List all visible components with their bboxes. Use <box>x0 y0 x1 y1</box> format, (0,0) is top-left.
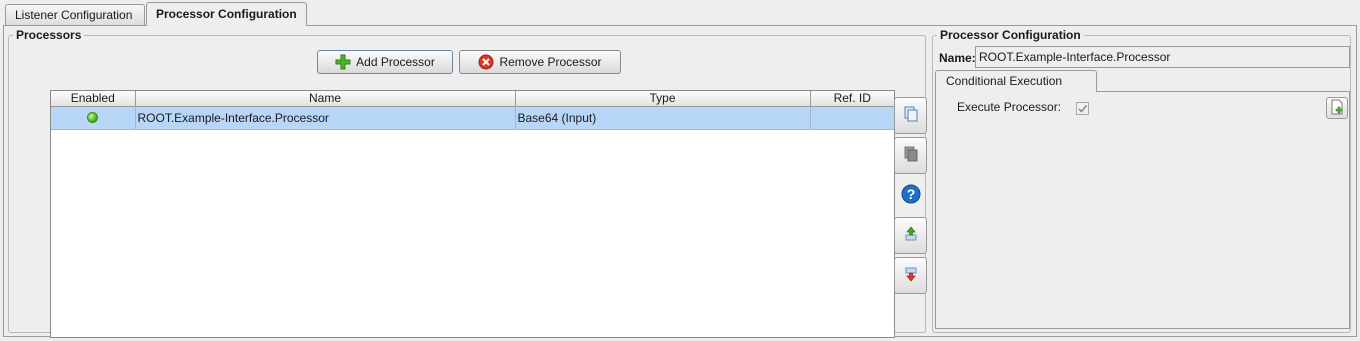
column-header-name[interactable]: Name <box>135 91 516 107</box>
add-processor-label: Add Processor <box>356 55 435 69</box>
move-up-button[interactable] <box>894 217 927 254</box>
copy-icon <box>903 106 919 125</box>
move-down-icon <box>903 266 919 285</box>
execute-processor-checkbox[interactable] <box>1076 102 1089 115</box>
svg-text:?: ? <box>906 186 915 202</box>
check-icon <box>1078 104 1088 113</box>
conditional-execution-panel: Execute Processor: <box>935 91 1350 329</box>
remove-processor-label: Remove Processor <box>499 55 602 69</box>
column-header-ref-id[interactable]: Ref. ID <box>810 91 894 107</box>
add-condition-button[interactable] <box>1326 97 1348 119</box>
table-header-row: Enabled Name Type Ref. ID <box>51 91 894 107</box>
add-processor-button[interactable]: Add Processor <box>317 50 453 74</box>
move-down-button[interactable] <box>894 257 927 294</box>
name-field[interactable]: ROOT.Example-Interface.Processor <box>975 46 1350 68</box>
processor-config-group: Processor Configuration Name: ROOT.Examp… <box>932 28 1351 333</box>
copy-button[interactable] <box>894 97 927 134</box>
tab-processor-configuration[interactable]: Processor Configuration <box>146 2 307 26</box>
enabled-cell[interactable] <box>51 106 136 130</box>
tab-label: Listener Configuration <box>15 8 133 22</box>
processors-title: Processors <box>13 28 85 42</box>
enabled-status-icon <box>87 112 99 123</box>
paste-icon <box>903 146 919 165</box>
column-header-enabled[interactable]: Enabled <box>51 91 136 107</box>
processors-table: Enabled Name Type Ref. ID ROOT.Example-I… <box>50 90 895 338</box>
ref-id-cell[interactable] <box>810 106 894 130</box>
remove-icon <box>478 54 494 70</box>
processor-config-title: Processor Configuration <box>937 28 1084 42</box>
tab-label: Processor Configuration <box>156 7 297 21</box>
add-document-icon <box>1329 99 1345 118</box>
main-tabbar: Listener Configuration Processor Configu… <box>0 0 1360 26</box>
processors-group: Processors Add Processor Remove Processo… <box>8 28 927 338</box>
tab-listener-configuration[interactable]: Listener Configuration <box>5 4 145 26</box>
execute-processor-label: Execute Processor: <box>957 100 1062 114</box>
paste-button[interactable] <box>894 137 927 174</box>
help-button[interactable]: ? <box>894 177 927 214</box>
remove-processor-button[interactable]: Remove Processor <box>459 50 621 74</box>
tab-content: Processors Add Processor Remove Processo… <box>3 25 1357 338</box>
table-row[interactable]: ROOT.Example-Interface.Processor Base64 … <box>51 106 894 130</box>
name-cell[interactable]: ROOT.Example-Interface.Processor <box>135 106 516 130</box>
name-label: Name: <box>939 51 976 65</box>
type-cell[interactable]: Base64 (Input) <box>515 106 811 130</box>
move-up-icon <box>903 226 919 245</box>
plus-icon <box>335 54 351 70</box>
help-icon: ? <box>901 184 921 207</box>
subtab-label: Conditional Execution <box>946 74 1063 88</box>
tab-conditional-execution[interactable]: Conditional Execution <box>935 70 1097 92</box>
column-header-type[interactable]: Type <box>515 91 811 107</box>
